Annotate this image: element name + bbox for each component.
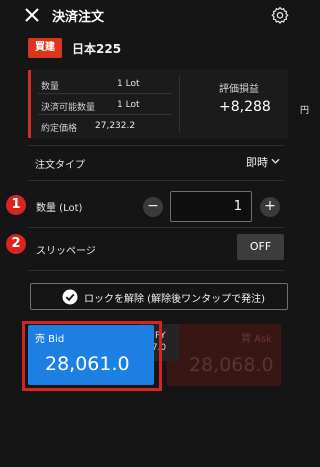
step-marker-1: 1 xyxy=(6,195,26,215)
page-title: 決済注文 xyxy=(52,10,105,25)
check-circle-icon xyxy=(62,289,78,305)
quantity-value: 1 Lot xyxy=(117,79,140,89)
ask-price: 28,068.0 xyxy=(189,354,274,376)
quantity-label: 数量 xyxy=(41,82,60,92)
decrease-quantity-button[interactable]: − xyxy=(143,197,163,217)
quantity-input[interactable]: 1 xyxy=(170,191,252,222)
slippage-toggle[interactable]: OFF xyxy=(237,234,284,260)
divider xyxy=(38,93,172,94)
divider xyxy=(179,76,180,132)
buy-label: 買 Ask xyxy=(240,334,272,345)
quantity-label: 数量 (Lot) xyxy=(36,203,83,214)
contract-price-value: 27,232.2 xyxy=(95,121,136,131)
position-summary: 数量 1 Lot 決済可能数量 1 Lot 約定価格 27,232.2 評価損益… xyxy=(28,70,309,138)
slippage-label: スリッページ xyxy=(36,246,96,257)
close-icon[interactable] xyxy=(24,7,40,23)
sell-bid-button[interactable]: 売 Bid 28,061.0 xyxy=(28,325,154,385)
divider xyxy=(28,145,284,146)
pnl-value: +8,288 xyxy=(219,99,271,115)
pnl-unit: 円 xyxy=(300,106,310,116)
position-badge: 買建 xyxy=(28,38,62,58)
divider xyxy=(28,180,284,181)
unlock-button[interactable]: ロックを解除 (解除後ワンタップで発注) xyxy=(30,283,288,310)
chevron-down-icon[interactable] xyxy=(271,158,280,165)
closable-quantity-label: 決済可能数量 xyxy=(41,103,96,113)
bid-price: 28,061.0 xyxy=(45,353,130,375)
unlock-label: ロックを解除 (解除後ワンタップで発注) xyxy=(84,294,265,305)
increase-quantity-button[interactable]: + xyxy=(260,197,280,217)
order-type-select[interactable]: 即時 xyxy=(246,154,268,170)
gear-icon[interactable] xyxy=(271,6,289,24)
divider xyxy=(28,270,284,271)
closable-quantity-value: 1 Lot xyxy=(117,100,140,110)
divider xyxy=(38,114,172,115)
contract-price-label: 約定価格 xyxy=(41,124,78,134)
buy-ask-button[interactable]: 買 Ask 28,068.0 xyxy=(167,324,281,386)
divider xyxy=(28,227,284,228)
pnl-label: 評価損益 xyxy=(219,84,259,95)
step-marker-2: 2 xyxy=(6,234,26,254)
instrument-name: 日本225 xyxy=(72,42,122,56)
header: 決済注文 xyxy=(0,0,300,30)
order-type-label: 注文タイプ xyxy=(35,160,85,171)
sell-label: 売 Bid xyxy=(35,334,65,345)
